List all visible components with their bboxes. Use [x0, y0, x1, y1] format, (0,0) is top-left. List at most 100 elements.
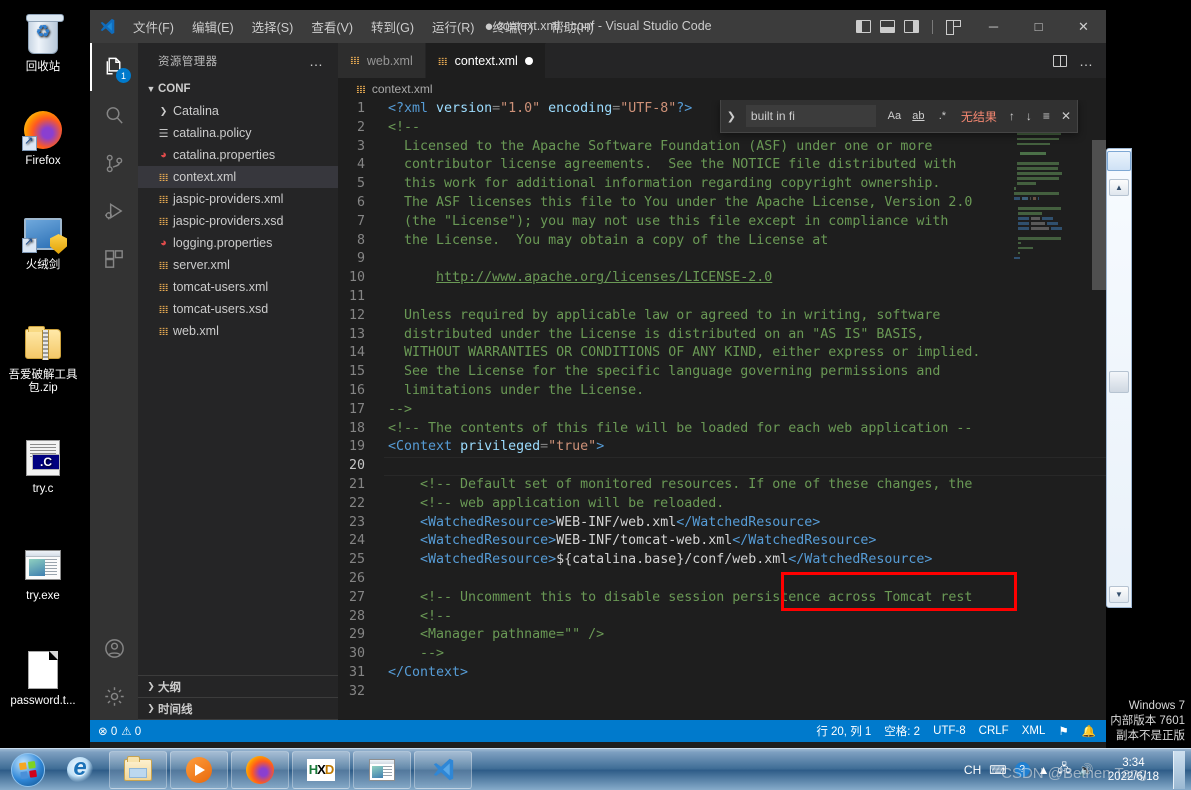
- code-line[interactable]: 7 (the "License"); you may not use this …: [338, 213, 1106, 232]
- feedback-icon[interactable]: ⚑: [1058, 724, 1068, 738]
- find-next-icon[interactable]: ↓: [1026, 109, 1032, 123]
- sidebar-more-actions-icon[interactable]: …: [309, 53, 324, 69]
- find-widget[interactable]: ❯ built in fi Aa ab .* 无结果 ↑ ↓ ≡ ✕: [719, 100, 1078, 133]
- toggle-replace-icon[interactable]: ❯: [723, 110, 740, 123]
- find-in-selection-icon[interactable]: ≡: [1043, 109, 1050, 123]
- use-regex-icon[interactable]: .*: [934, 110, 951, 122]
- code-line[interactable]: 24 <WatchedResource>WEB-INF/tomcat-web.x…: [338, 532, 1106, 551]
- code-line[interactable]: 25 <WatchedResource>${catalina.base}/con…: [338, 551, 1106, 570]
- sidebar-item-manage[interactable]: [90, 672, 138, 720]
- code-line[interactable]: 19 <Context privileged="true">: [338, 438, 1106, 457]
- taskbar-application[interactable]: [353, 750, 411, 789]
- close-button[interactable]: ✕: [1061, 10, 1106, 43]
- code-line[interactable]: 29 <Manager pathname="" />: [338, 626, 1106, 645]
- find-previous-icon[interactable]: ↑: [1009, 109, 1015, 123]
- code-line[interactable]: 8 the License. You may obtain a copy of …: [338, 232, 1106, 251]
- code-line[interactable]: 6 The ASF licenses this file to You unde…: [338, 194, 1106, 213]
- find-input[interactable]: built in fi: [745, 105, 876, 127]
- code-line[interactable]: 11: [338, 288, 1106, 307]
- sidebar-item-extensions[interactable]: [90, 235, 138, 283]
- code-line[interactable]: 21 <!-- Default set of monitored resourc…: [338, 476, 1106, 495]
- tab-dirty-indicator[interactable]: [524, 57, 533, 65]
- code-line[interactable]: 5 this work for additional information r…: [338, 175, 1106, 194]
- code-line[interactable]: 12 Unless required by applicable law or …: [338, 307, 1106, 326]
- tab-web-xml[interactable]: 𝍖 web.xml: [338, 43, 426, 78]
- tree-item-logging-properties[interactable]: ◕ logging.properties: [138, 232, 338, 254]
- taskbar-vscode[interactable]: [414, 750, 472, 789]
- desktop-icon-password-txt[interactable]: password.t...: [0, 648, 86, 708]
- language-mode[interactable]: XML: [1022, 725, 1046, 737]
- scrollbar-thumb[interactable]: [1109, 371, 1129, 393]
- breadcrumb[interactable]: 𝍖 context.xml: [338, 78, 1106, 100]
- cursor-position[interactable]: 行 20, 列 1: [816, 723, 871, 739]
- problems-warnings[interactable]: ⚠ 0: [121, 724, 141, 738]
- minimap[interactable]: [1014, 100, 1092, 720]
- code-line[interactable]: 18 <!-- The contents of this file will be…: [338, 420, 1106, 439]
- code-line[interactable]: 31 </Context>: [338, 664, 1106, 683]
- encoding[interactable]: UTF-8: [933, 725, 966, 737]
- desktop-icon-recycle-bin[interactable]: 回收站: [0, 14, 86, 74]
- problems-errors[interactable]: ⊗ 0: [98, 724, 117, 738]
- menu-file[interactable]: 文件(F): [124, 13, 183, 40]
- menu-go[interactable]: 转到(G): [362, 13, 423, 40]
- menu-selection[interactable]: 选择(S): [243, 13, 303, 40]
- desktop-icon-wuaipojie-zip[interactable]: 吾爱破解工具包.zip: [0, 322, 86, 395]
- code-line[interactable]: 23 <WatchedResource>WEB-INF/web.xml</Wat…: [338, 514, 1106, 533]
- match-case-icon[interactable]: Aa: [886, 110, 903, 122]
- toggle-panel-icon[interactable]: [880, 20, 895, 33]
- taskbar-firefox[interactable]: [231, 750, 289, 789]
- maximize-button[interactable]: □: [1016, 10, 1061, 43]
- menu-help[interactable]: 帮助(H): [542, 13, 602, 40]
- scroll-down-button[interactable]: ▼: [1109, 586, 1129, 603]
- desktop-icon-try-c[interactable]: try.c: [0, 436, 86, 496]
- minimize-button[interactable]: ─: [971, 10, 1016, 43]
- code-line[interactable]: 13 distributed under the License is dist…: [338, 326, 1106, 345]
- indentation[interactable]: 空格: 2: [884, 723, 920, 739]
- desktop-icon-huorongjian[interactable]: 火绒剑: [0, 212, 86, 272]
- tree-item-tomcat-users-xsd[interactable]: 𝍖 tomcat-users.xsd: [138, 298, 338, 320]
- tree-item-jaspic-providers-xml[interactable]: 𝍖 jaspic-providers.xml: [138, 188, 338, 210]
- taskbar-internet-explorer[interactable]: [54, 751, 106, 789]
- tree-item-tomcat-users-xml[interactable]: 𝍖 tomcat-users.xml: [138, 276, 338, 298]
- code-line[interactable]: 17 -->: [338, 401, 1106, 420]
- find-close-icon[interactable]: ✕: [1061, 109, 1071, 123]
- desktop-icon-firefox[interactable]: Firefox: [0, 108, 86, 168]
- sidebar-item-accounts[interactable]: [90, 624, 138, 672]
- desktop-icon-try-exe[interactable]: try.exe: [0, 543, 86, 603]
- scroll-up-button[interactable]: ▲: [1109, 179, 1129, 196]
- background-explorer-window[interactable]: ▲ ▼: [1106, 148, 1132, 608]
- scrollbar-thumb[interactable]: [1092, 140, 1106, 290]
- editor-more-actions-icon[interactable]: …: [1079, 53, 1094, 69]
- code-line[interactable]: 10 http://www.apache.org/licenses/LICENS…: [338, 269, 1106, 288]
- toggle-secondary-sidebar-icon[interactable]: [904, 20, 919, 33]
- editor-viewport[interactable]: ❯ built in fi Aa ab .* 无结果 ↑ ↓ ≡ ✕ 1 <?x…: [338, 100, 1106, 720]
- code-line[interactable]: 30 -->: [338, 645, 1106, 664]
- taskbar-windows-explorer[interactable]: [109, 750, 167, 789]
- section-outline[interactable]: ❯ 大纲: [138, 676, 338, 698]
- menu-terminal[interactable]: 终端(T): [483, 13, 542, 40]
- whole-word-icon[interactable]: ab: [910, 110, 927, 122]
- tree-item-server-xml[interactable]: 𝍖 server.xml: [138, 254, 338, 276]
- split-editor-icon[interactable]: [1053, 54, 1067, 67]
- sidebar-item-run-and-debug[interactable]: [90, 187, 138, 235]
- tree-item-jaspic-providers-xsd[interactable]: 𝍖 jaspic-providers.xsd: [138, 210, 338, 232]
- tree-item-catalina-properties[interactable]: ◕ catalina.properties: [138, 144, 338, 166]
- notifications-bell-icon[interactable]: 🔔: [1082, 724, 1096, 738]
- menu-view[interactable]: 查看(V): [302, 13, 362, 40]
- section-timeline[interactable]: ❯ 时间线: [138, 698, 338, 720]
- taskbar-hxd[interactable]: HXD: [292, 750, 350, 789]
- customize-layout-icon[interactable]: [946, 20, 961, 35]
- menu-edit[interactable]: 编辑(E): [183, 13, 243, 40]
- sidebar-item-explorer[interactable]: 1: [90, 43, 138, 91]
- code-line[interactable]: 14 WITHOUT WARRANTIES OR CONDITIONS OF A…: [338, 344, 1106, 363]
- code-line[interactable]: 4 contributor license agreements. See th…: [338, 156, 1106, 175]
- tree-item-context-xml[interactable]: 𝍖 context.xml: [138, 166, 338, 188]
- code-line[interactable]: 15 See the License for the specific lang…: [338, 363, 1106, 382]
- code-line[interactable]: 32: [338, 683, 1106, 702]
- show-desktop-button[interactable]: [1173, 750, 1185, 789]
- sidebar-item-source-control[interactable]: [90, 139, 138, 187]
- sidebar-item-search[interactable]: [90, 91, 138, 139]
- explorer-toolbar-button[interactable]: [1107, 151, 1131, 171]
- start-button[interactable]: [2, 751, 54, 789]
- tree-item-catalina-policy[interactable]: ☰ catalina.policy: [138, 122, 338, 144]
